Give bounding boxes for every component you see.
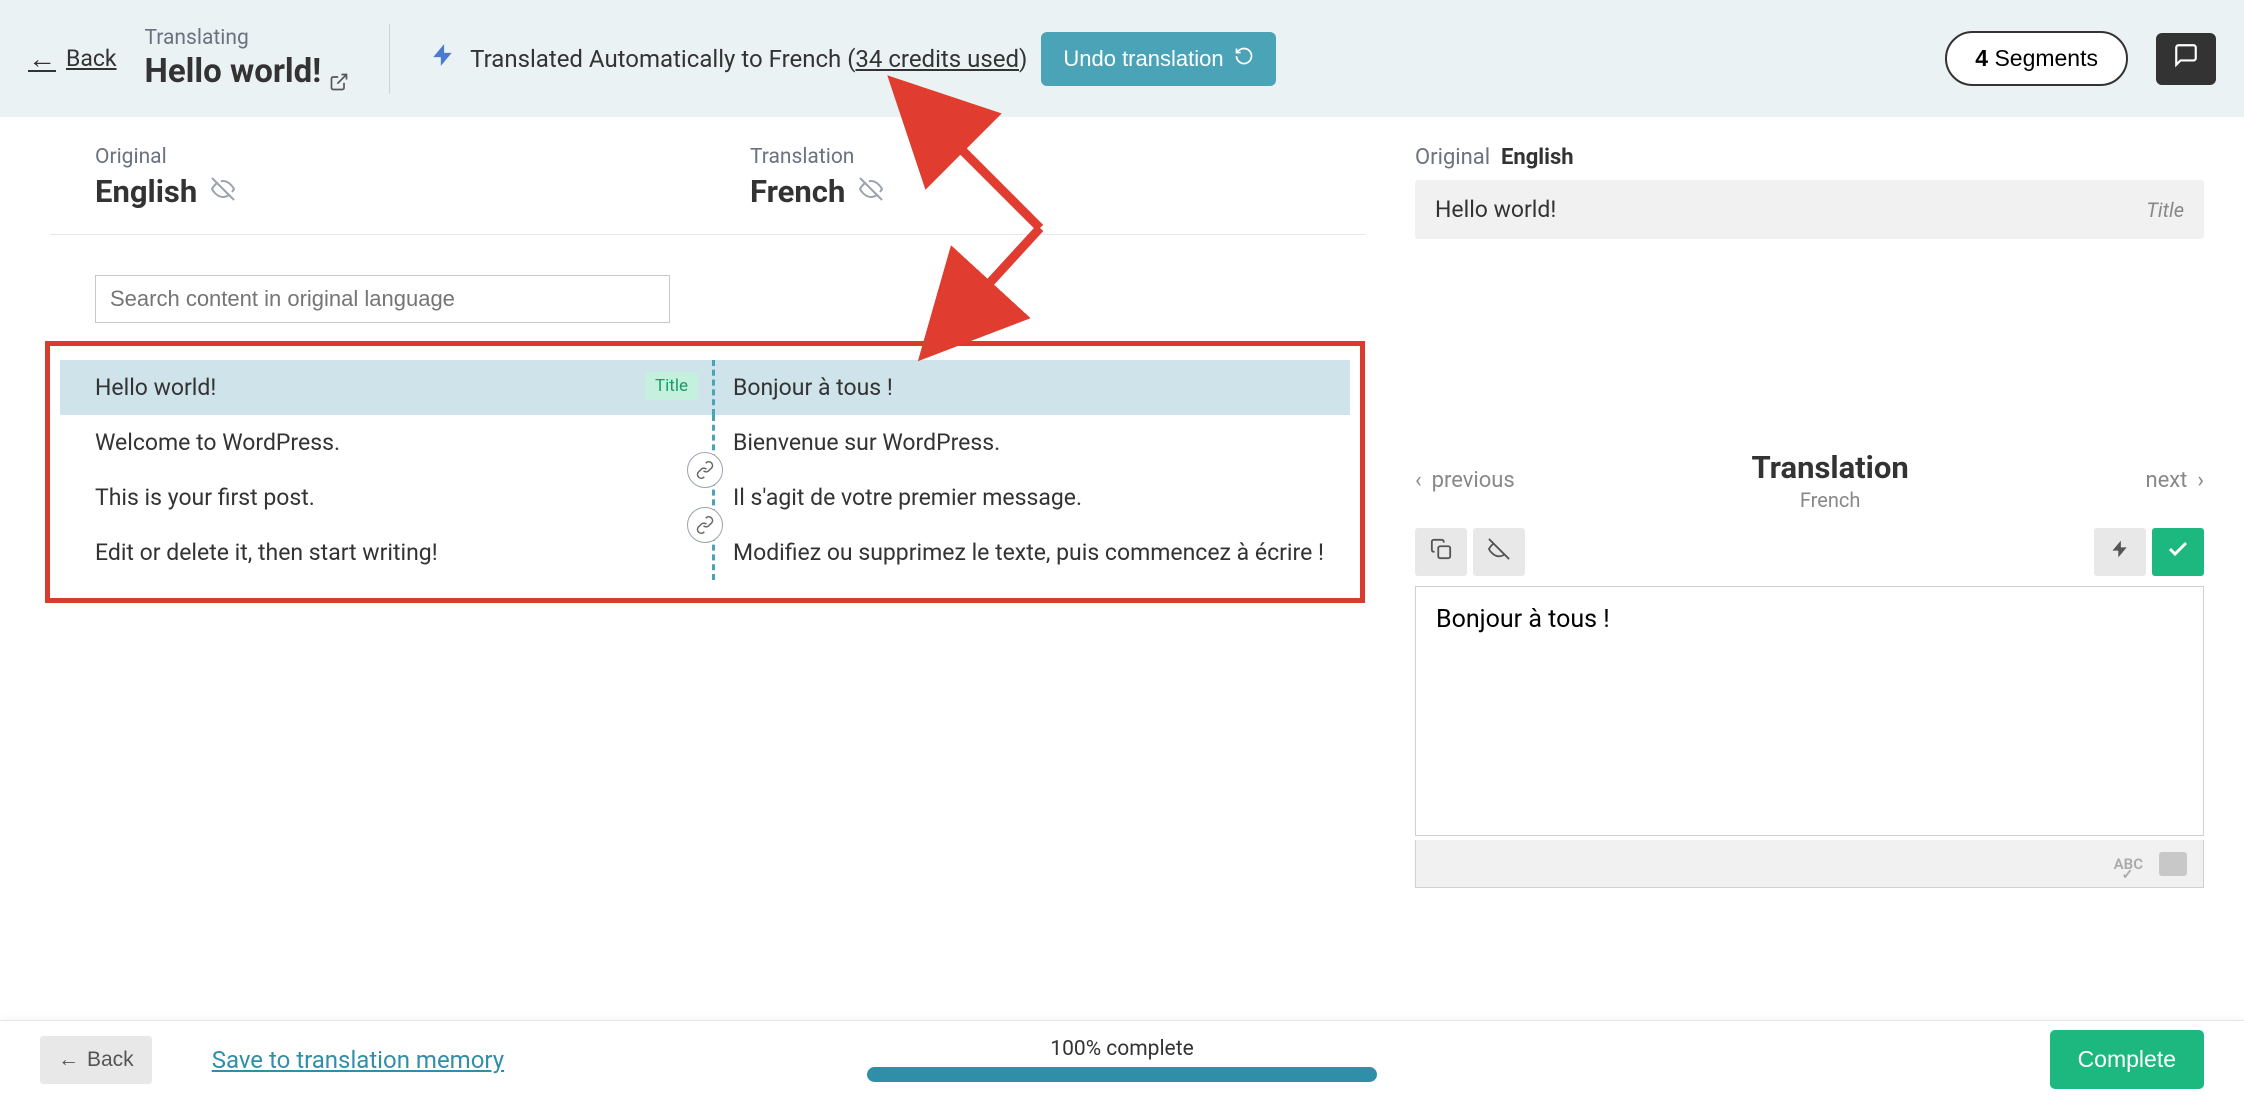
- link-icon[interactable]: [687, 507, 723, 543]
- chevron-right-icon: ›: [2197, 468, 2204, 493]
- header: ← Back Translating Hello world! Translat…: [0, 0, 2244, 117]
- back-label: Back: [66, 45, 117, 72]
- back-link[interactable]: ← Back: [28, 42, 117, 75]
- status-text: Translated Automatically to French (34 c…: [470, 45, 1027, 73]
- footer: ← Back Save to translation memory 100% c…: [0, 1020, 2244, 1098]
- eye-off-icon[interactable]: [859, 177, 883, 207]
- segment-translation: Bonjour à tous !: [715, 360, 1350, 415]
- hide-button[interactable]: [1473, 528, 1525, 576]
- translation-lang-column: Translation French: [710, 145, 1365, 210]
- segment-row[interactable]: Hello world!TitleBonjour à tous !: [60, 360, 1350, 415]
- original-text: Hello world!: [1435, 196, 1556, 223]
- chevron-left-icon: ‹: [1415, 468, 1422, 493]
- original-badge: Title: [2146, 198, 2184, 222]
- external-link-icon[interactable]: [329, 62, 349, 82]
- translation-lang-name: French: [750, 173, 1365, 210]
- arrow-left-icon: ←: [28, 42, 56, 75]
- segment-original: Hello world!Title: [60, 360, 712, 415]
- confirm-button[interactable]: [2152, 528, 2204, 576]
- bolt-icon: [2110, 539, 2130, 565]
- status-row: Translated Automatically to French (34 c…: [430, 32, 1275, 86]
- right-panel: Original English Hello world! Title ‹ pr…: [1415, 117, 2244, 1020]
- segment-row[interactable]: Welcome to WordPress.Bienvenue sur WordP…: [60, 415, 1350, 470]
- progress-bar: [867, 1067, 1377, 1082]
- chat-button[interactable]: [2156, 33, 2216, 85]
- save-translation-memory-link[interactable]: Save to translation memory: [212, 1046, 504, 1074]
- original-text-box: Hello world! Title: [1415, 180, 2204, 239]
- title-label: Translating: [145, 26, 350, 50]
- segment-translation: Il s'agit de votre premier message.: [715, 470, 1350, 525]
- progress-label: 100% complete: [867, 1037, 1377, 1061]
- original-lang-column: Original English: [95, 145, 710, 210]
- complete-button[interactable]: Complete: [2050, 1030, 2204, 1089]
- translation-toolbar: [1415, 528, 2204, 576]
- copy-icon: [1430, 538, 1452, 566]
- arrow-left-icon: ←: [58, 1048, 79, 1072]
- chat-icon: [2173, 42, 2199, 75]
- annotation-red-box: Hello world!TitleBonjour à tous !Welcome…: [45, 341, 1365, 603]
- page-title: Hello world!: [145, 52, 350, 91]
- translation-input[interactable]: [1415, 586, 2204, 836]
- title-block: Translating Hello world!: [145, 26, 350, 91]
- auto-translate-button[interactable]: [2094, 528, 2146, 576]
- undo-icon: [1234, 46, 1254, 72]
- original-header: Original English: [1415, 145, 2204, 170]
- spellcheck-icon[interactable]: ABC: [2114, 855, 2143, 873]
- segment-translation: Modifiez ou supprimez le texte, puis com…: [715, 525, 1350, 580]
- search-box: [95, 275, 1365, 323]
- translation-title-block: Translation French: [1751, 449, 1908, 512]
- next-button[interactable]: next ›: [2145, 468, 2204, 493]
- translation-header: ‹ previous Translation French next ›: [1415, 449, 2204, 512]
- translation-footer: ABC: [1415, 840, 2204, 888]
- language-headers: Original English Translation French: [50, 145, 1365, 235]
- segment-original: Welcome to WordPress.: [60, 415, 712, 470]
- segment-original: This is your first post.: [60, 470, 712, 525]
- glossary-icon[interactable]: [2159, 852, 2187, 876]
- footer-back-button[interactable]: ← Back: [40, 1036, 152, 1084]
- segment-translation: Bienvenue sur WordPress.: [715, 415, 1350, 470]
- bolt-icon: [430, 42, 456, 75]
- copy-button[interactable]: [1415, 528, 1467, 576]
- undo-translation-button[interactable]: Undo translation: [1041, 32, 1275, 86]
- divider: [389, 24, 390, 94]
- progress-block: 100% complete: [867, 1037, 1377, 1082]
- link-icon[interactable]: [687, 452, 723, 488]
- original-lang-name: English: [95, 173, 710, 210]
- previous-button[interactable]: ‹ previous: [1415, 468, 1515, 493]
- segments-table: Hello world!TitleBonjour à tous !Welcome…: [60, 360, 1350, 580]
- eye-off-icon[interactable]: [211, 177, 235, 207]
- left-panel: Original English Translation French: [0, 117, 1415, 1020]
- search-input[interactable]: [95, 275, 670, 323]
- segment-original: Edit or delete it, then start writing!: [60, 525, 712, 580]
- check-icon: [2166, 537, 2190, 567]
- eye-off-icon: [1488, 538, 1510, 566]
- segments-button[interactable]: 4 Segments: [1945, 31, 2128, 86]
- title-badge: Title: [645, 372, 698, 400]
